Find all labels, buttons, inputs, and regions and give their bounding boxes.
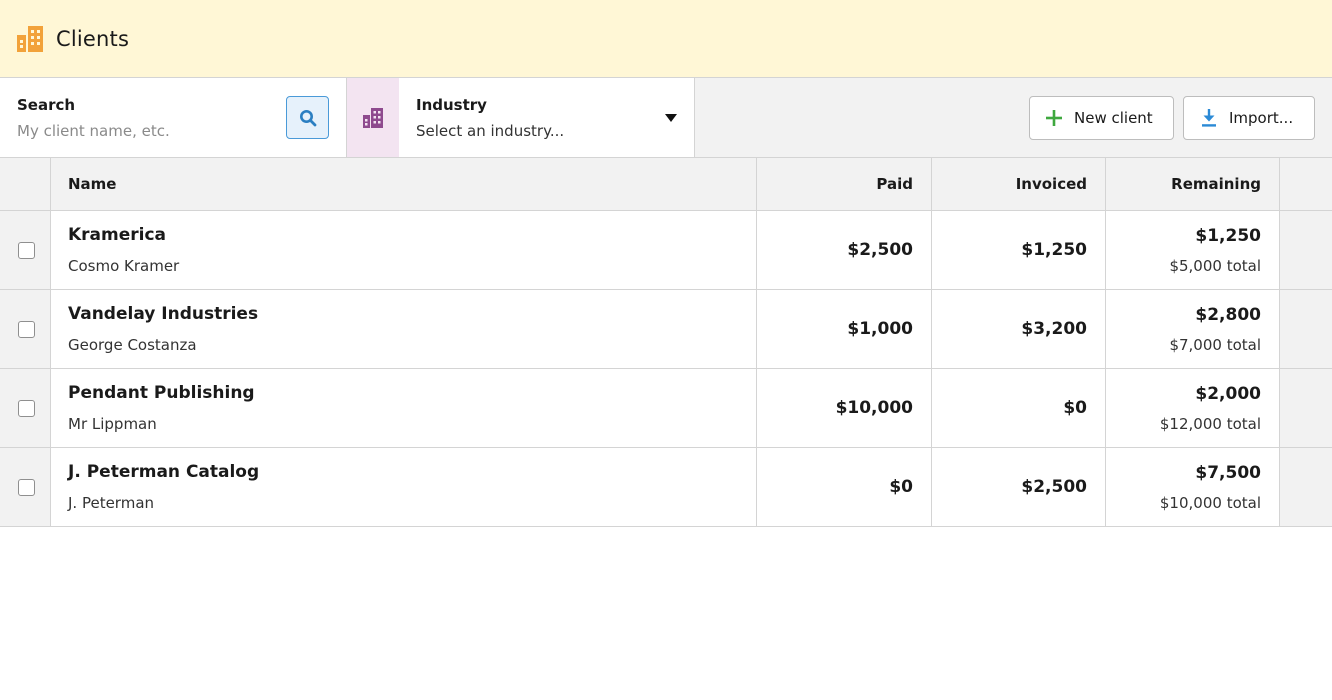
plus-icon bbox=[1046, 110, 1062, 126]
remaining-cell: $2,800 $7,000 total bbox=[1106, 290, 1280, 368]
row-checkbox[interactable] bbox=[18, 400, 35, 417]
industry-select[interactable]: Industry Select an industry... bbox=[347, 78, 695, 157]
paid-cell: $2,500 bbox=[757, 211, 932, 289]
column-header-remaining[interactable]: Remaining bbox=[1106, 158, 1280, 210]
paid-cell: $10,000 bbox=[757, 369, 932, 447]
row-spacer bbox=[1280, 448, 1332, 526]
client-name-cell: J. Peterman Catalog J. Peterman bbox=[51, 448, 757, 526]
client-name-cell: Vandelay Industries George Costanza bbox=[51, 290, 757, 368]
paid-cell: $1,000 bbox=[757, 290, 932, 368]
row-spacer bbox=[1280, 290, 1332, 368]
client-name[interactable]: Kramerica bbox=[68, 225, 166, 245]
search-field[interactable]: Search My client name, etc. bbox=[0, 78, 347, 157]
search-button[interactable] bbox=[286, 96, 329, 139]
import-label: Import... bbox=[1229, 109, 1294, 127]
client-contact: George Costanza bbox=[68, 336, 197, 354]
paid-cell: $0 bbox=[757, 448, 932, 526]
remaining-amount: $2,800 bbox=[1195, 305, 1261, 325]
row-select-cell bbox=[0, 369, 51, 447]
table-row[interactable]: J. Peterman Catalog J. Peterman $0 $2,50… bbox=[0, 448, 1332, 527]
invoiced-cell: $1,250 bbox=[932, 211, 1106, 289]
clients-table: Name Paid Invoiced Remaining Kramerica C… bbox=[0, 158, 1332, 527]
row-select-cell bbox=[0, 290, 51, 368]
remaining-cell: $1,250 $5,000 total bbox=[1106, 211, 1280, 289]
chevron-down-icon[interactable] bbox=[665, 114, 677, 122]
total-amount: $5,000 total bbox=[1169, 257, 1261, 275]
column-header-invoiced[interactable]: Invoiced bbox=[932, 158, 1106, 210]
row-spacer bbox=[1280, 211, 1332, 289]
building-icon bbox=[17, 25, 43, 52]
paid-amount: $2,500 bbox=[847, 240, 913, 260]
invoiced-cell: $0 bbox=[932, 369, 1106, 447]
table-row[interactable]: Vandelay Industries George Costanza $1,0… bbox=[0, 290, 1332, 369]
client-contact: Cosmo Kramer bbox=[68, 257, 180, 275]
page-header: Clients bbox=[0, 0, 1332, 78]
total-amount: $12,000 total bbox=[1159, 415, 1261, 433]
new-client-button[interactable]: New client bbox=[1029, 96, 1174, 140]
table-header-row: Name Paid Invoiced Remaining bbox=[0, 158, 1332, 211]
industry-value[interactable]: Select an industry... bbox=[416, 122, 564, 140]
search-label: Search bbox=[17, 96, 76, 114]
remaining-amount: $7,500 bbox=[1195, 463, 1261, 483]
import-button[interactable]: Import... bbox=[1183, 96, 1315, 140]
remaining-amount: $2,000 bbox=[1195, 384, 1261, 404]
new-client-label: New client bbox=[1074, 109, 1153, 127]
paid-amount: $0 bbox=[889, 477, 913, 497]
row-select-cell bbox=[0, 448, 51, 526]
industry-icon-panel bbox=[347, 78, 399, 157]
industry-label: Industry bbox=[416, 96, 487, 114]
paid-amount: $1,000 bbox=[847, 319, 913, 339]
client-name-cell: Kramerica Cosmo Kramer bbox=[51, 211, 757, 289]
client-name-cell: Pendant Publishing Mr Lippman bbox=[51, 369, 757, 447]
select-column-header bbox=[0, 158, 51, 210]
table-row[interactable]: Pendant Publishing Mr Lippman $10,000 $0… bbox=[0, 369, 1332, 448]
invoiced-amount: $1,250 bbox=[1021, 240, 1087, 260]
column-header-paid[interactable]: Paid bbox=[757, 158, 932, 210]
row-spacer bbox=[1280, 369, 1332, 447]
client-name[interactable]: Vandelay Industries bbox=[68, 304, 258, 324]
total-amount: $7,000 total bbox=[1169, 336, 1261, 354]
invoiced-cell: $3,200 bbox=[932, 290, 1106, 368]
page-title: Clients bbox=[56, 26, 130, 51]
column-header-spacer bbox=[1280, 158, 1332, 210]
remaining-amount: $1,250 bbox=[1195, 226, 1261, 246]
remaining-cell: $7,500 $10,000 total bbox=[1106, 448, 1280, 526]
invoiced-cell: $2,500 bbox=[932, 448, 1106, 526]
row-checkbox[interactable] bbox=[18, 479, 35, 496]
search-input[interactable]: My client name, etc. bbox=[17, 122, 170, 140]
remaining-cell: $2,000 $12,000 total bbox=[1106, 369, 1280, 447]
client-name[interactable]: J. Peterman Catalog bbox=[68, 462, 259, 482]
client-name[interactable]: Pendant Publishing bbox=[68, 383, 255, 403]
invoiced-amount: $0 bbox=[1063, 398, 1087, 418]
invoiced-amount: $2,500 bbox=[1021, 477, 1087, 497]
row-select-cell bbox=[0, 211, 51, 289]
invoiced-amount: $3,200 bbox=[1021, 319, 1087, 339]
table-row[interactable]: Kramerica Cosmo Kramer $2,500 $1,250 $1,… bbox=[0, 211, 1332, 290]
search-icon bbox=[299, 109, 316, 126]
total-amount: $10,000 total bbox=[1159, 494, 1261, 512]
download-icon bbox=[1201, 109, 1217, 127]
row-checkbox[interactable] bbox=[18, 321, 35, 338]
toolbar: Search My client name, etc. Industry Sel… bbox=[0, 78, 1332, 158]
paid-amount: $10,000 bbox=[835, 398, 913, 418]
client-contact: Mr Lippman bbox=[68, 415, 157, 433]
building-icon bbox=[363, 107, 383, 128]
row-checkbox[interactable] bbox=[18, 242, 35, 259]
column-header-name[interactable]: Name bbox=[51, 158, 757, 210]
client-contact: J. Peterman bbox=[68, 494, 155, 512]
